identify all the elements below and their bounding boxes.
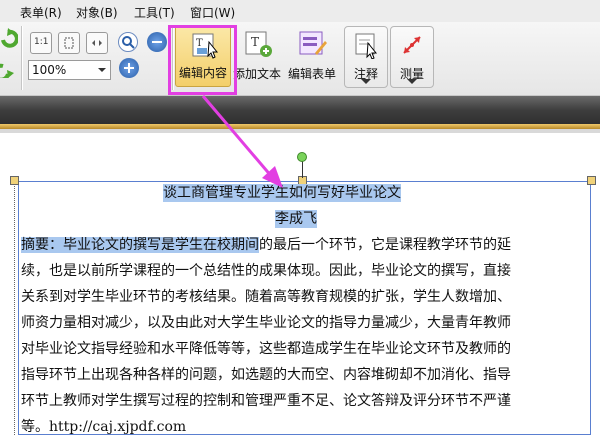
doc-line-8[interactable]: 等。http://caj.xjpdf.com xyxy=(21,418,186,436)
menu-object[interactable]: 对象(B) xyxy=(76,4,118,21)
doc-title[interactable]: 谈工商管理专业学生如何写好毕业论文 xyxy=(163,184,401,202)
doc-line-6[interactable]: 指导环节上出现各种各样的问题，如选题的大而空、内容堆砌却不加消化、指导 xyxy=(21,366,511,384)
doc-line-1[interactable]: 摘要：毕业论文的撰写是学生在校期间的最后一个环节，它是课程教学环节的延 xyxy=(21,236,511,254)
add-text-button[interactable]: T 添加文本 xyxy=(232,25,282,87)
abstract-prefix: 摘要： xyxy=(21,237,63,253)
doc-line-7[interactable]: 环节上教师对学生撰写过程的控制和管理严重不足、论文答辩及评分环节不严谨 xyxy=(21,392,511,410)
doc-line-2[interactable]: 续，也是以前所学课程的一个总结性的成果体现。因此，毕业论文的撰写，直接 xyxy=(21,262,511,280)
rotate-counterclockwise-icon[interactable] xyxy=(0,58,18,82)
highlight-callout-box xyxy=(168,25,237,95)
menu-tools[interactable]: 工具(T) xyxy=(134,4,175,21)
menu-bar: 表单(R) 对象(B) 工具(T) 窗口(W) xyxy=(0,0,600,23)
chevron-down-icon xyxy=(407,79,417,84)
zoom-select[interactable]: 100% xyxy=(28,60,111,80)
add-text-label: 添加文本 xyxy=(232,67,281,81)
svg-text:T: T xyxy=(251,35,259,49)
resize-handle-top-right[interactable] xyxy=(587,176,596,185)
edit-form-label: 编辑表单 xyxy=(287,67,336,81)
measure-dropdown-button[interactable]: 测量 xyxy=(390,26,434,88)
doc-author[interactable]: 李成飞 xyxy=(275,210,317,228)
chevron-down-icon xyxy=(98,68,106,72)
chevron-down-icon xyxy=(361,79,371,84)
annotate-dropdown-button[interactable]: 注释 xyxy=(344,26,388,88)
toolbar-shadow-band xyxy=(0,96,600,124)
doc-line-4[interactable]: 师资力量相对减少，以及由此对大学生毕业论文的指导力量减少，大量青年教师 xyxy=(21,314,511,332)
line1-rest: 的最后一个环节，它是课程教学环节的延 xyxy=(259,237,511,253)
rotate-clockwise-icon[interactable] xyxy=(0,28,19,48)
fit-page-icon xyxy=(64,37,74,49)
actual-size-button[interactable]: 1:1 xyxy=(30,32,52,54)
edit-form-button[interactable]: 编辑表单 xyxy=(285,25,339,87)
zoom-tool-icon[interactable] xyxy=(118,32,138,52)
measure-icon xyxy=(403,36,421,54)
zoom-out-icon[interactable] xyxy=(147,32,167,52)
annotate-icon xyxy=(355,33,378,59)
add-text-icon: T xyxy=(245,31,272,57)
rotate-handle-stem xyxy=(302,160,303,178)
actual-size-label: 1:1 xyxy=(34,37,49,47)
toolbar-separator xyxy=(21,26,23,90)
highlighted-text: 毕业论文的撰写是学生在校期间 xyxy=(63,237,259,253)
zoom-value: 100% xyxy=(32,63,67,77)
edit-form-icon xyxy=(299,31,327,55)
doc-line-5[interactable]: 对毕业论文指导经验和水平降低等等，这些都造成学生在毕业论文环节及教师的 xyxy=(21,340,511,358)
menu-window[interactable]: 窗口(W) xyxy=(190,4,235,21)
fit-page-button[interactable] xyxy=(58,32,80,54)
page-edge xyxy=(14,180,16,435)
fit-width-button[interactable] xyxy=(86,32,108,54)
rotate-handle[interactable] xyxy=(297,152,307,162)
resize-handle-top-left[interactable] xyxy=(10,176,19,185)
menu-form[interactable]: 表单(R) xyxy=(20,4,62,21)
doc-line-3[interactable]: 关系到对学生毕业环节的考核结果。随着高等教育规模的扩张，学生人数增加、 xyxy=(21,288,511,306)
zoom-in-icon[interactable] xyxy=(119,58,139,78)
toolbar: 1:1 100% T 编辑内容 T 添加文本 编辑表单 注释 测量 xyxy=(0,22,600,96)
fit-width-icon xyxy=(92,40,102,46)
